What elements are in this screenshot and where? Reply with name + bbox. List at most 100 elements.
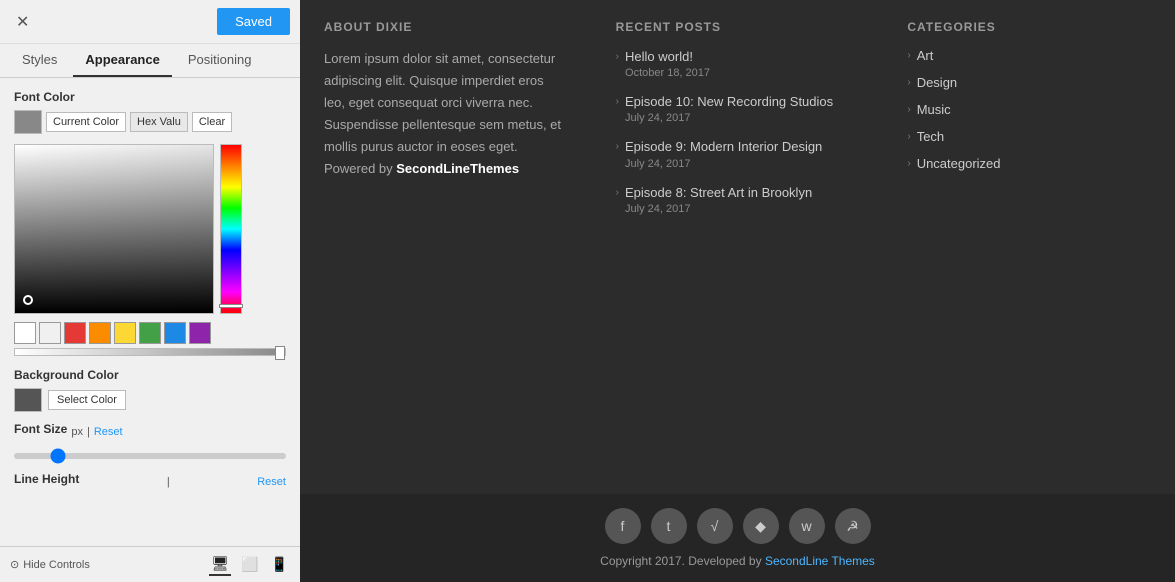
font-size-sep: | xyxy=(87,426,90,438)
font-size-reset[interactable]: Reset xyxy=(94,426,123,438)
chevron-right-icon: › xyxy=(616,51,619,62)
bg-color-row: Select Color xyxy=(14,388,286,412)
post-title[interactable]: Episode 10: New Recording Studios xyxy=(625,93,833,111)
swatch-red[interactable] xyxy=(64,322,86,344)
social-twitter-icon[interactable]: t xyxy=(651,508,687,544)
clear-color-button[interactable]: Clear xyxy=(192,112,232,132)
tabs-bar: Styles Appearance Positioning xyxy=(0,44,300,78)
copyright-link[interactable]: SecondLine Themes xyxy=(765,554,875,568)
social-rss-icon[interactable]: √ xyxy=(697,508,733,544)
copyright-label: Copyright 2017. Developed by xyxy=(600,554,765,568)
post-list: › Hello world! October 18, 2017 › Episod… xyxy=(616,48,860,215)
view-icons: 🖥 ⬜ 📱 xyxy=(209,553,290,576)
tablet-view-button[interactable]: ⬜ xyxy=(239,553,260,576)
hide-controls[interactable]: ⊙ Hide Controls xyxy=(10,558,90,571)
hue-handle[interactable] xyxy=(219,304,243,308)
bottom-bar: ⊙ Hide Controls 🖥 ⬜ 📱 xyxy=(0,546,300,582)
line-height-label: Line Height xyxy=(14,472,79,486)
list-item: › Episode 8: Street Art in Brooklyn July… xyxy=(616,184,860,215)
select-color-button[interactable]: Select Color xyxy=(48,390,126,410)
desktop-view-button[interactable]: 🖥 xyxy=(209,553,231,576)
about-brand-link[interactable]: SecondLineThemes xyxy=(396,161,519,176)
panel-content: Font Color Current Color Hex Valu Clear xyxy=(0,78,300,546)
opacity-handle[interactable] xyxy=(275,346,285,360)
line-height-reset[interactable]: Reset xyxy=(257,476,286,488)
social-soundcloud-icon[interactable]: ☭ xyxy=(835,508,871,544)
post-date: July 24, 2017 xyxy=(625,112,833,124)
list-item: › Music xyxy=(907,102,1151,117)
swatch-yellow[interactable] xyxy=(114,322,136,344)
swatch-white[interactable] xyxy=(14,322,36,344)
about-column: ABOUT DIXIE Lorem ipsum dolor sit amet, … xyxy=(300,0,592,494)
social-podcast-icon[interactable]: ◆ xyxy=(743,508,779,544)
color-gradient[interactable] xyxy=(14,144,214,314)
about-text: Lorem ipsum dolor sit amet, consectetur … xyxy=(324,51,561,176)
swatch-blue[interactable] xyxy=(164,322,186,344)
list-item: › Hello world! October 18, 2017 xyxy=(616,48,860,79)
social-facebook-icon[interactable]: f xyxy=(605,508,641,544)
list-item: › Uncategorized xyxy=(907,156,1151,171)
hide-controls-icon: ⊙ xyxy=(10,558,19,571)
post-date: October 18, 2017 xyxy=(625,67,710,79)
social-wordpress-icon[interactable]: w xyxy=(789,508,825,544)
post-title[interactable]: Episode 9: Modern Interior Design xyxy=(625,138,822,156)
post-title[interactable]: Hello world! xyxy=(625,48,710,66)
social-icons: f t √ ◆ w ☭ xyxy=(605,508,871,544)
list-item: › Art xyxy=(907,48,1151,63)
tab-styles[interactable]: Styles xyxy=(10,44,69,77)
bg-color-section: Background Color Select Color xyxy=(14,368,286,412)
post-title[interactable]: Episode 8: Street Art in Brooklyn xyxy=(625,184,812,202)
current-color-swatch[interactable] xyxy=(14,110,42,134)
top-bar: ✕ Saved xyxy=(0,0,300,44)
font-size-section: Font Size px | Reset xyxy=(14,422,286,464)
copyright-text: Copyright 2017. Developed by SecondLine … xyxy=(600,554,875,568)
color-picker-area xyxy=(14,144,286,314)
chevron-right-icon: › xyxy=(616,141,619,152)
line-height-sep: | xyxy=(167,476,170,488)
post-info: Episode 10: New Recording Studios July 2… xyxy=(625,93,833,124)
current-color-button[interactable]: Current Color xyxy=(46,112,126,132)
swatch-orange[interactable] xyxy=(89,322,111,344)
font-size-label: Font Size xyxy=(14,422,67,436)
category-name[interactable]: Uncategorized xyxy=(917,156,1001,171)
bg-color-swatch[interactable] xyxy=(14,388,42,412)
swatch-lightgray[interactable] xyxy=(39,322,61,344)
left-panel: ✕ Saved Styles Appearance Positioning Fo… xyxy=(0,0,300,582)
hue-slider-container xyxy=(220,144,242,314)
line-height-row: Line Height | Reset xyxy=(14,472,286,492)
recent-posts-column: RECENT POSTS › Hello world! October 18, … xyxy=(592,0,884,494)
opacity-slider-row xyxy=(14,348,286,356)
swatch-green[interactable] xyxy=(139,322,161,344)
category-name[interactable]: Art xyxy=(917,48,934,63)
post-info: Episode 8: Street Art in Brooklyn July 2… xyxy=(625,184,812,215)
close-button[interactable]: ✕ xyxy=(10,10,35,34)
about-body: Lorem ipsum dolor sit amet, consectetur … xyxy=(324,48,568,181)
categories-column: CATEGORIES › Art › Design › Music › Tech xyxy=(883,0,1175,494)
category-name[interactable]: Design xyxy=(917,75,957,90)
tab-positioning[interactable]: Positioning xyxy=(176,44,264,77)
list-item: › Episode 10: New Recording Studios July… xyxy=(616,93,860,124)
font-color-row: Current Color Hex Valu Clear xyxy=(14,110,286,134)
list-item: › Tech xyxy=(907,129,1151,144)
chevron-right-icon: › xyxy=(616,96,619,107)
post-info: Hello world! October 18, 2017 xyxy=(625,48,710,79)
swatch-purple[interactable] xyxy=(189,322,211,344)
category-name[interactable]: Tech xyxy=(917,129,944,144)
hue-slider[interactable] xyxy=(220,144,242,314)
hex-value-button[interactable]: Hex Valu xyxy=(130,112,188,132)
mobile-view-button[interactable]: 📱 xyxy=(269,553,290,576)
chevron-right-icon: › xyxy=(907,104,910,115)
category-name[interactable]: Music xyxy=(917,102,951,117)
hide-controls-label: Hide Controls xyxy=(23,559,90,571)
saved-button[interactable]: Saved xyxy=(217,8,290,35)
post-date: July 24, 2017 xyxy=(625,158,822,170)
opacity-track[interactable] xyxy=(14,348,286,356)
about-title: ABOUT DIXIE xyxy=(324,20,568,34)
color-handle[interactable] xyxy=(23,295,33,305)
recent-posts-title: RECENT POSTS xyxy=(616,20,860,34)
font-size-slider[interactable] xyxy=(14,453,286,459)
right-panel: ABOUT DIXIE Lorem ipsum dolor sit amet, … xyxy=(300,0,1175,582)
tab-appearance[interactable]: Appearance xyxy=(73,44,171,77)
list-item: › Design xyxy=(907,75,1151,90)
bg-color-label: Background Color xyxy=(14,368,286,382)
